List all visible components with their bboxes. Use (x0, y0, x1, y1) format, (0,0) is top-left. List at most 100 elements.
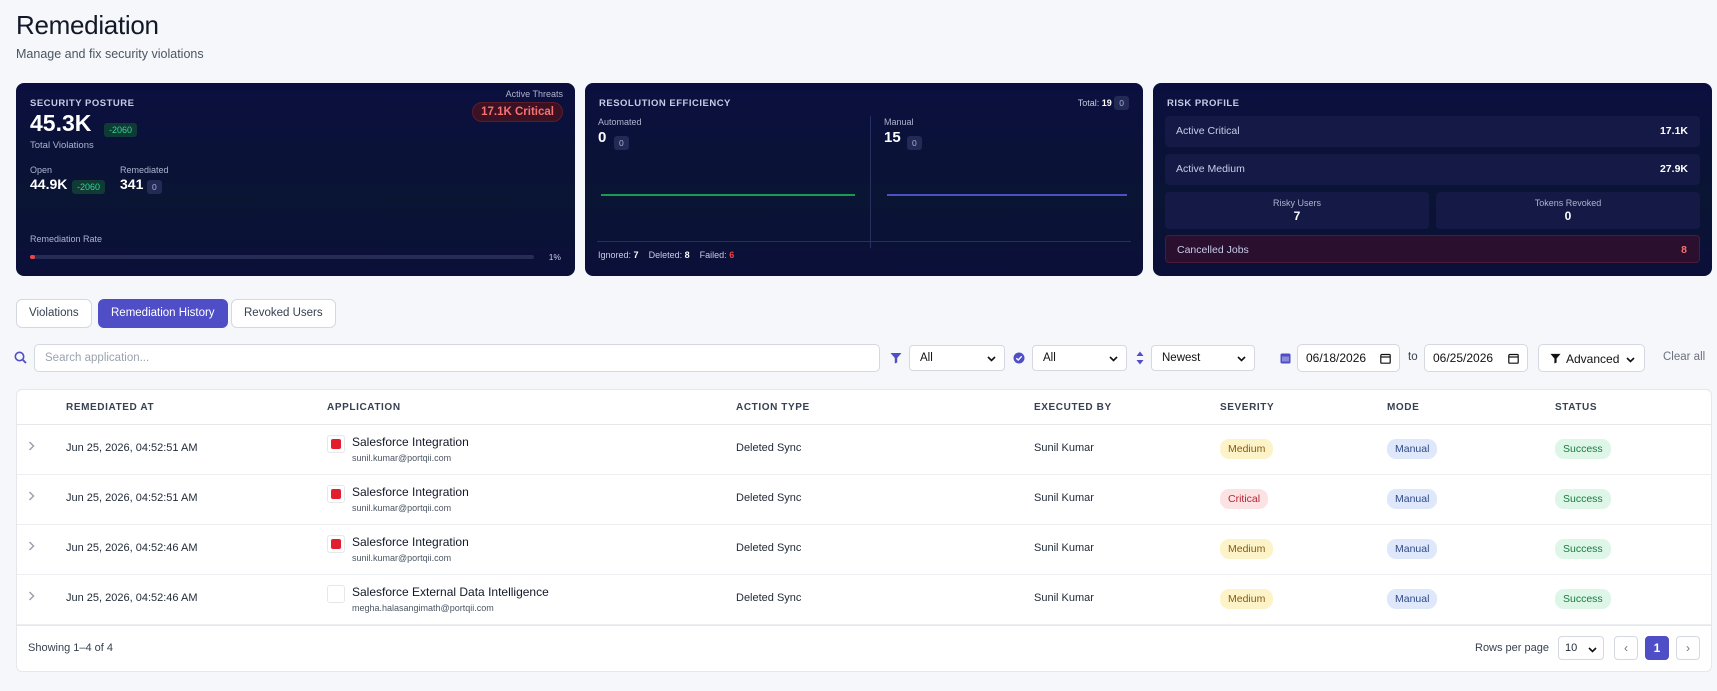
application-name: Salesforce External Data Intelligence (352, 585, 549, 599)
clear-all-link[interactable]: Clear all (1663, 351, 1705, 363)
action-type: Deleted Sync (736, 592, 802, 604)
remediation-rate-label: Remediation Rate (30, 234, 103, 244)
showing-count: Showing 1–4 of 4 (28, 642, 114, 654)
efficiency-divider (870, 116, 871, 248)
automated-label: Automated (598, 117, 642, 127)
chevron-down-icon (1237, 356, 1246, 362)
cancelled-jobs-row: Cancelled Jobs 8 (1165, 235, 1700, 263)
filter-icon (890, 353, 902, 364)
remediated-delta: 0 (147, 177, 162, 195)
mode-badge: Manual (1387, 439, 1438, 459)
status-select[interactable]: All (1032, 345, 1127, 371)
search-icon (14, 351, 27, 364)
application-email: sunil.kumar@portqii.com (352, 503, 452, 513)
manual-value: 15 (884, 129, 901, 146)
search-field[interactable] (34, 344, 880, 372)
prev-page-button[interactable]: ‹ (1614, 636, 1638, 660)
column-header[interactable]: MODE (1387, 402, 1419, 413)
to-label: to (1408, 351, 1418, 363)
tab-violations[interactable]: Violations (16, 299, 92, 328)
risky-users-box: Risky Users 7 (1165, 192, 1429, 229)
efficiency-footer: Ignored: 7 Deleted: 8 Failed: 6 (598, 250, 735, 260)
active-critical-row: Active Critical 17.1K (1165, 116, 1700, 147)
chevron-right-icon[interactable] (28, 541, 35, 551)
sort-select[interactable]: Newest (1151, 345, 1255, 371)
application-name: Salesforce Integration (352, 435, 469, 449)
card-label: SECURITY POSTURE (30, 98, 135, 109)
automated-trend-line (601, 194, 855, 196)
check-circle-icon (1013, 352, 1025, 364)
action-type: Deleted Sync (736, 492, 802, 504)
remediation-rate-bar (30, 255, 534, 259)
severity-badge: Medium (1220, 539, 1274, 559)
manual-label: Manual (884, 117, 914, 127)
status-badge: Success (1555, 589, 1611, 609)
tab-revoked-users[interactable]: Revoked Users (231, 299, 336, 328)
search-input[interactable] (35, 345, 879, 371)
page-subtitle: Manage and fix security violations (16, 47, 204, 61)
column-header[interactable]: REMEDIATED AT (66, 402, 154, 413)
executed-by: Sunil Kumar (1034, 592, 1094, 604)
resolution-efficiency-card: RESOLUTION EFFICIENCY Total: 19 0 Automa… (585, 83, 1143, 276)
column-header[interactable]: EXECUTED BY (1034, 402, 1112, 413)
column-header[interactable]: APPLICATION (327, 402, 401, 413)
status-badge: Success (1555, 439, 1611, 459)
salesforce-icon (327, 435, 345, 453)
executed-by: Sunil Kumar (1034, 492, 1094, 504)
active-medium-row: Active Medium 27.9K (1165, 154, 1700, 185)
table-row[interactable]: Jun 25, 2026, 04:52:51 AM Salesforce Int… (17, 425, 1711, 475)
severity-badge: Medium (1220, 589, 1274, 609)
date-to-input[interactable]: 06/25/2026 (1424, 344, 1528, 372)
open-label: Open (30, 165, 53, 175)
efficiency-footer-divider (597, 241, 1131, 242)
calendar-picker-icon[interactable] (1380, 353, 1391, 364)
remediated-label: Remediated (120, 165, 169, 175)
remediated-at: Jun 25, 2026, 04:52:46 AM (66, 592, 198, 604)
column-header[interactable]: ACTION TYPE (736, 402, 810, 413)
manual-trend-line (887, 194, 1127, 196)
salesforce-icon (327, 485, 345, 503)
page-title: Remediation (16, 10, 159, 40)
date-from-input[interactable]: 06/18/2026 (1297, 344, 1400, 372)
remediation-rate-value: 1% (548, 252, 561, 262)
column-header[interactable]: SEVERITY (1220, 402, 1274, 413)
application-email: megha.halasangimath@portqii.com (352, 603, 494, 613)
severity-badge: Critical (1220, 489, 1269, 509)
filter-select[interactable]: All (909, 345, 1005, 371)
remediated-at: Jun 25, 2026, 04:52:51 AM (66, 442, 198, 454)
tab-remediation-history[interactable]: Remediation History (98, 299, 228, 328)
chevron-right-icon[interactable] (28, 441, 35, 451)
manual-delta: 0 (907, 133, 922, 151)
automated-value: 0 (598, 129, 607, 146)
tokens-revoked-box: Tokens Revoked 0 (1436, 192, 1700, 229)
advanced-filter-button[interactable]: Advanced (1538, 344, 1645, 372)
next-page-button[interactable]: › (1676, 636, 1700, 660)
mode-badge: Manual (1387, 539, 1438, 559)
chevron-right-icon[interactable] (28, 491, 35, 501)
column-header[interactable]: STATUS (1555, 402, 1597, 413)
executed-by: Sunil Kumar (1034, 442, 1094, 454)
remediated-value: 341 (120, 176, 144, 192)
card-label: RESOLUTION EFFICIENCY (599, 98, 731, 109)
blank-app-icon (327, 585, 345, 603)
status-badge: Success (1555, 489, 1611, 509)
table-row[interactable]: Jun 25, 2026, 04:52:46 AM Salesforce Ext… (17, 575, 1711, 625)
page-button[interactable]: 1 (1645, 636, 1669, 660)
table-row[interactable]: Jun 25, 2026, 04:52:51 AM Salesforce Int… (17, 475, 1711, 525)
security-posture-card: SECURITY POSTURE Active Threats 17.1K Cr… (16, 83, 575, 276)
calendar-picker-icon[interactable] (1508, 353, 1519, 364)
remediated-at: Jun 25, 2026, 04:52:46 AM (66, 542, 198, 554)
automated-delta: 0 (614, 133, 629, 151)
rows-per-page-select[interactable]: 10 (1558, 636, 1604, 660)
sort-icon (1136, 351, 1144, 365)
calendar-icon (1280, 353, 1291, 364)
advanced-label: Advanced (1566, 352, 1620, 366)
table-row[interactable]: Jun 25, 2026, 04:52:46 AM Salesforce Int… (17, 525, 1711, 575)
chevron-right-icon[interactable] (28, 591, 35, 601)
application-name: Salesforce Integration (352, 535, 469, 549)
total-violations-value: 45.3K (30, 110, 92, 136)
chevron-down-icon (987, 356, 996, 362)
status-badge: Success (1555, 539, 1611, 559)
executed-by: Sunil Kumar (1034, 542, 1094, 554)
severity-badge: Medium (1220, 439, 1274, 459)
